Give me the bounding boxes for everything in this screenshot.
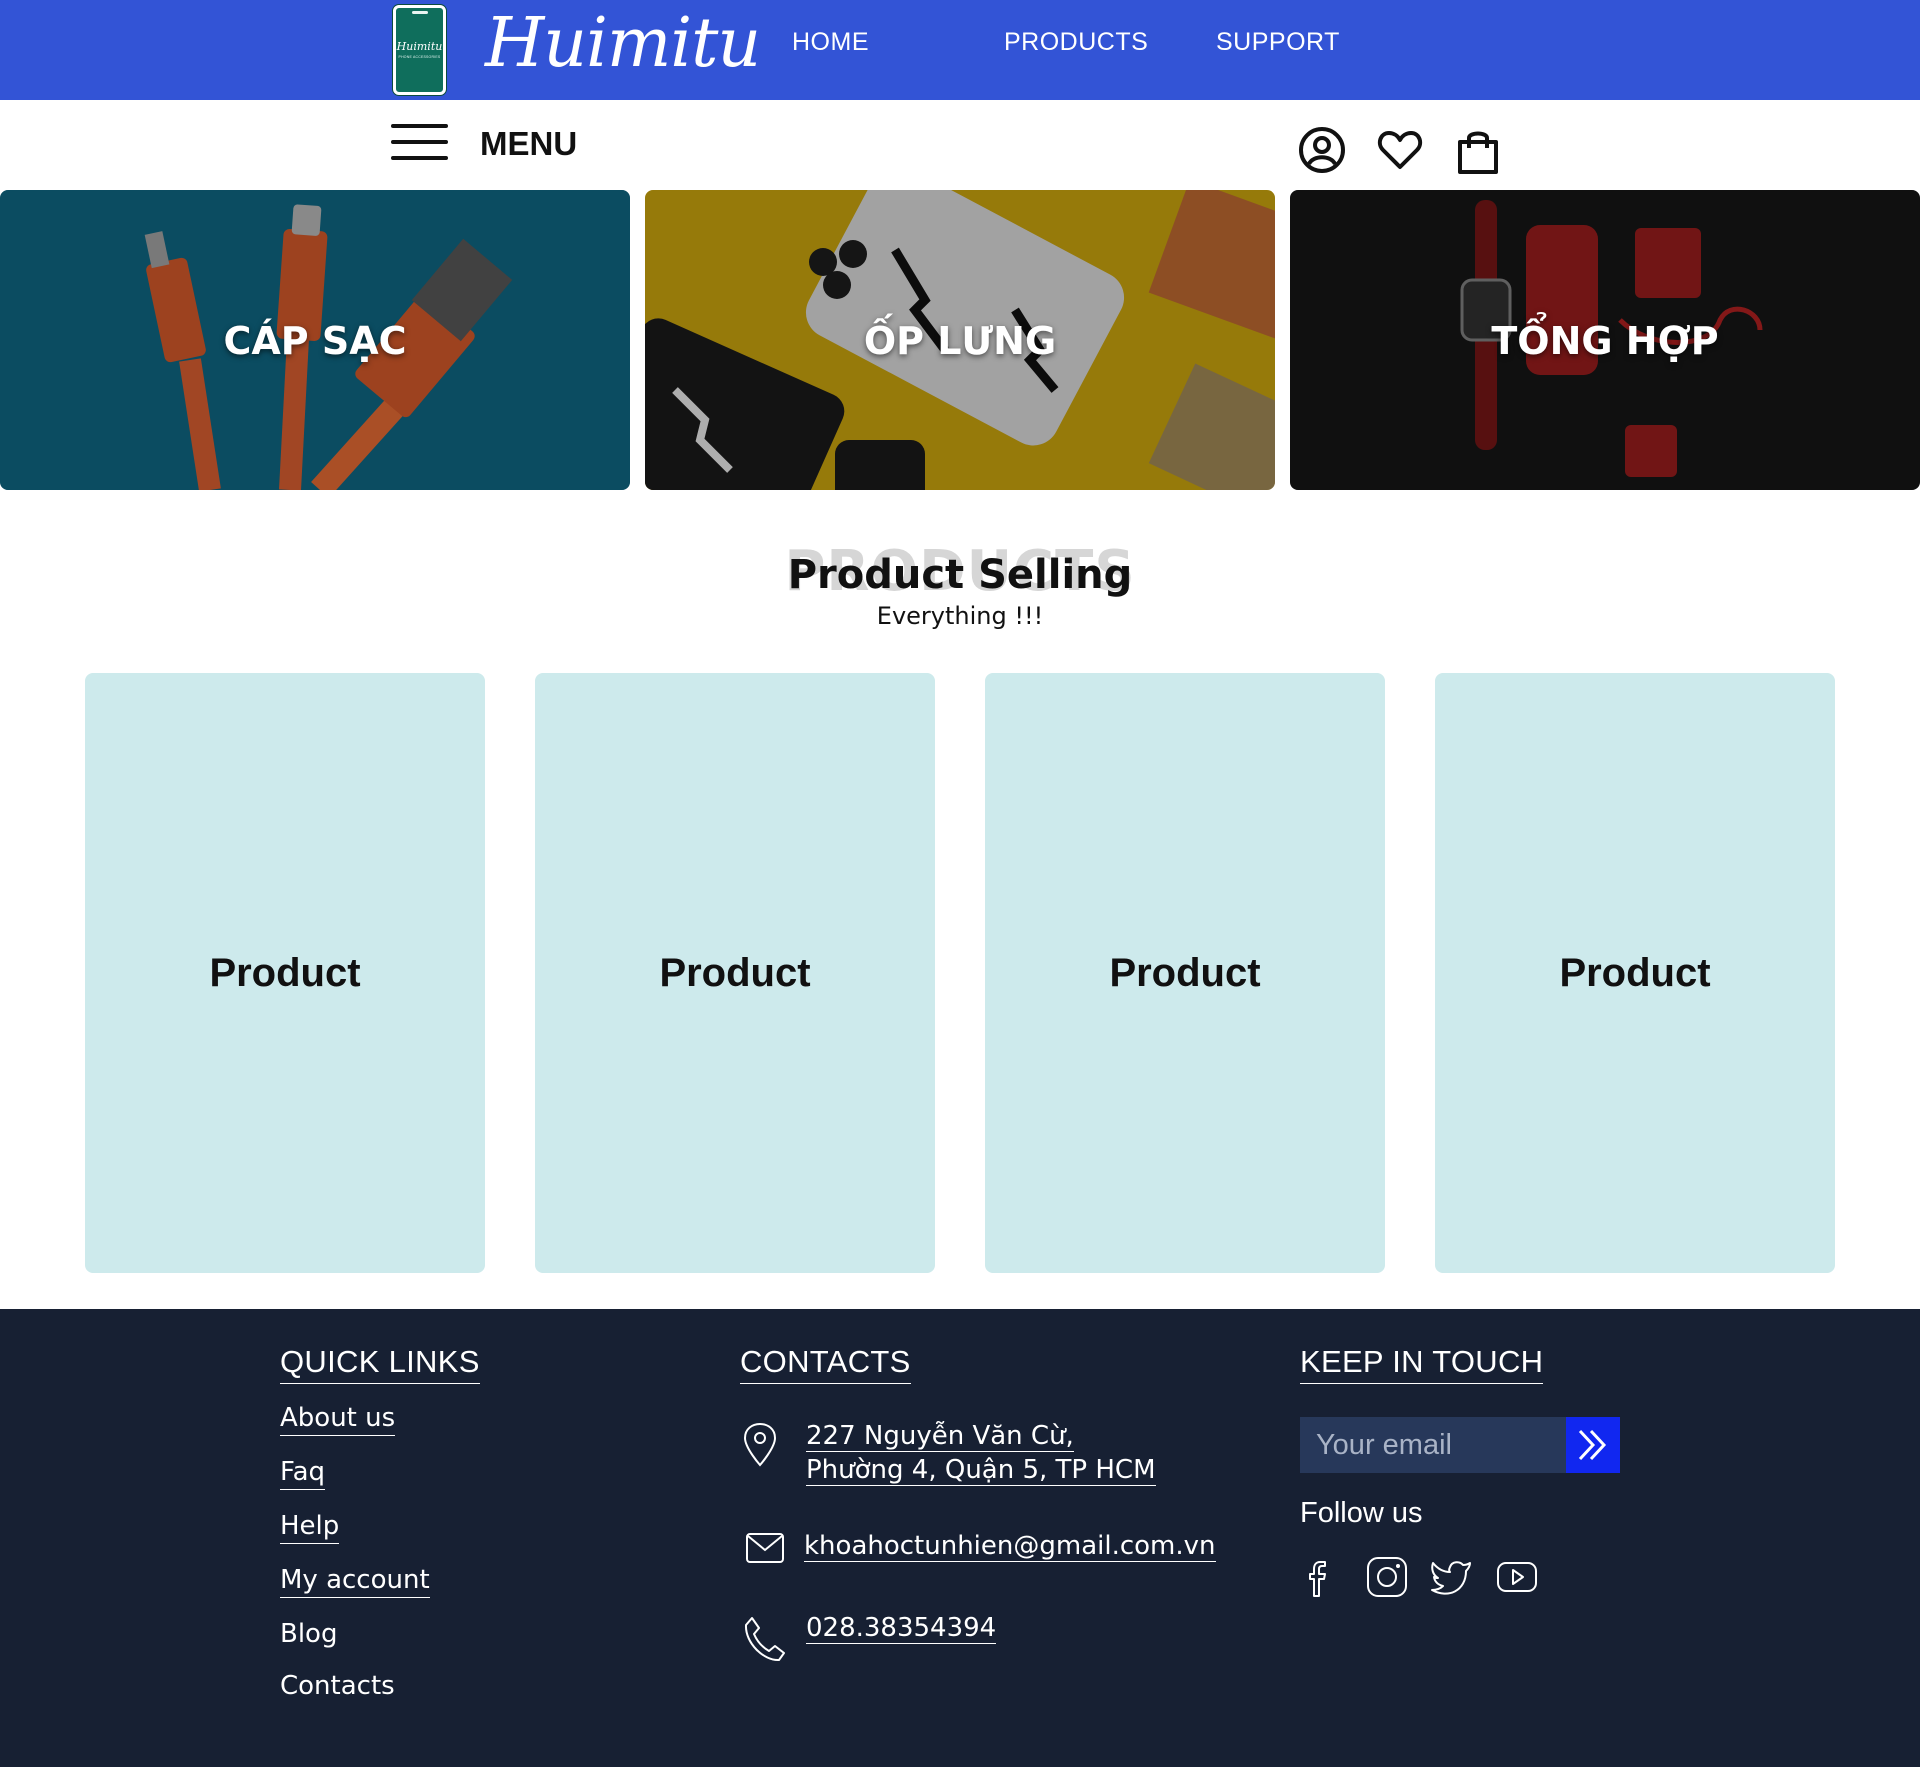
section-title: Product Selling: [787, 552, 1133, 598]
hamburger-line: [391, 156, 448, 160]
nav-support[interactable]: SUPPORT: [1216, 26, 1340, 58]
link-faq[interactable]: Faq: [280, 1455, 326, 1490]
phone-number[interactable]: 028.38354394: [806, 1611, 997, 1645]
product-label: Product: [1559, 950, 1711, 995]
phone-text: 028.38354394: [806, 1613, 997, 1644]
section-subtitle: Everything !!!: [876, 602, 1044, 630]
location-pin-icon: [743, 1422, 777, 1467]
address-line-1: 227 Nguyễn Văn Cừ,: [806, 1421, 1074, 1452]
quick-links-heading: QUICK LINKS: [280, 1343, 480, 1384]
hamburger-line: [391, 124, 448, 128]
contacts-heading: CONTACTS: [740, 1343, 911, 1384]
banner-accessories[interactable]: TỔNG HỢP: [1290, 190, 1920, 490]
phone-notch: [411, 11, 428, 14]
top-navbar: Huimitu PHONE ACCESSORIES Huimitu HOME P…: [0, 0, 1920, 100]
mail-icon: [746, 1533, 784, 1563]
brand-name[interactable]: Huimitu: [485, 4, 761, 84]
product-card[interactable]: Product: [535, 673, 935, 1273]
product-card[interactable]: Product: [985, 673, 1385, 1273]
link-help[interactable]: Help: [280, 1509, 340, 1544]
facebook-icon[interactable]: [1298, 1554, 1344, 1600]
logo[interactable]: Huimitu PHONE ACCESSORIES: [393, 5, 446, 95]
user-icon[interactable]: [1296, 124, 1348, 176]
heart-icon[interactable]: [1374, 124, 1426, 176]
instagram-icon[interactable]: [1364, 1554, 1410, 1600]
hamburger-menu-icon[interactable]: [391, 122, 448, 162]
subscribe-button[interactable]: [1566, 1417, 1620, 1473]
product-label: Product: [1109, 950, 1261, 995]
follow-us-label: Follow us: [1300, 1497, 1423, 1529]
link-contacts[interactable]: Contacts: [280, 1669, 395, 1703]
phone-icon: [744, 1617, 785, 1662]
banner-label: CÁP SẠC: [223, 319, 407, 363]
banner-phone-cases[interactable]: ỐP LƯNG: [645, 190, 1275, 490]
link-my-account[interactable]: My account: [280, 1563, 430, 1598]
product-label: Product: [659, 950, 811, 995]
product-card[interactable]: Product: [1435, 673, 1835, 1273]
shopping-bag-icon[interactable]: [1452, 124, 1504, 176]
address[interactable]: 227 Nguyễn Văn Cừ, Phường 4, Quận 5, TP …: [806, 1419, 1156, 1487]
product-card[interactable]: Product: [85, 673, 485, 1273]
email-address[interactable]: khoahoctunhien@gmail.com.vn: [804, 1529, 1216, 1563]
footer: QUICK LINKS About us Faq Help My account…: [0, 1309, 1920, 1767]
address-line-2: Phường 4, Quận 5, TP HCM: [806, 1455, 1156, 1486]
newsletter-email-input[interactable]: [1300, 1417, 1566, 1473]
youtube-icon[interactable]: [1494, 1554, 1540, 1600]
banner-label: TỔNG HỢP: [1491, 319, 1719, 363]
twitter-icon[interactable]: [1428, 1554, 1474, 1600]
keep-in-touch-heading: KEEP IN TOUCH: [1300, 1343, 1544, 1384]
email-text: khoahoctunhien@gmail.com.vn: [804, 1531, 1216, 1562]
link-blog[interactable]: Blog: [280, 1617, 337, 1651]
banner-label: ỐP LƯNG: [863, 319, 1057, 363]
nav-home[interactable]: HOME: [792, 26, 869, 58]
double-chevron-right-icon: [1578, 1429, 1607, 1461]
banner-charging-cables[interactable]: CÁP SẠC: [0, 190, 630, 490]
hamburger-line: [391, 140, 448, 144]
logo-text: Huimitu: [396, 40, 443, 53]
logo-subtext: PHONE ACCESSORIES: [398, 55, 441, 59]
product-label: Product: [209, 950, 361, 995]
link-about-us[interactable]: About us: [280, 1401, 396, 1436]
nav-products[interactable]: PRODUCTS: [1004, 26, 1148, 58]
menu-label[interactable]: MENU: [480, 124, 577, 164]
